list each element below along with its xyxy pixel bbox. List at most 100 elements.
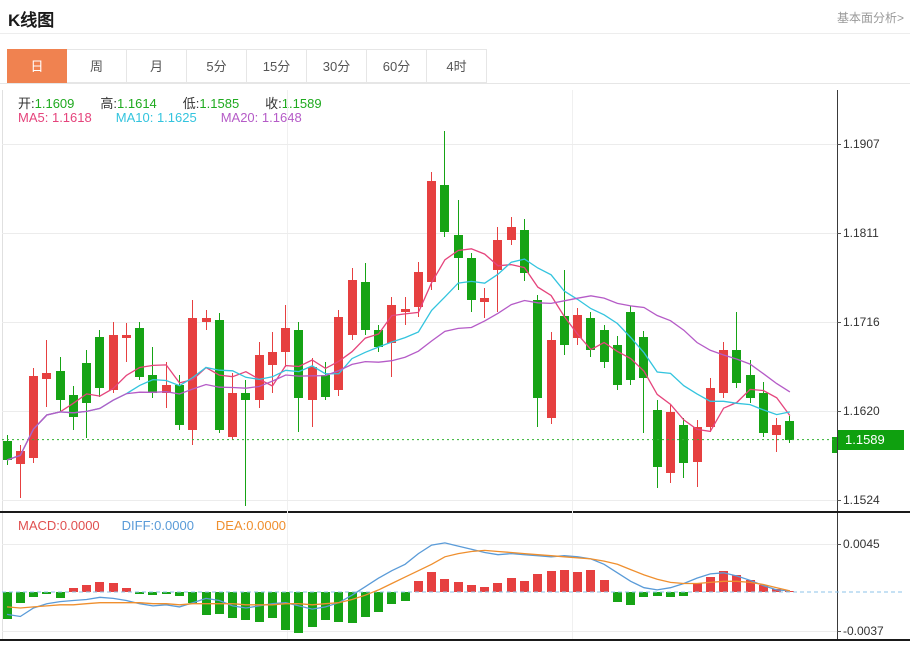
price-gridline [2, 144, 837, 145]
price-gridline [2, 322, 837, 323]
chart-left-border [2, 90, 3, 639]
macd-gridline [2, 631, 837, 632]
macd-axis-tick [837, 631, 841, 632]
tab-4时[interactable]: 4时 [427, 49, 487, 83]
macd-histogram-bar [547, 571, 556, 592]
macd-histogram-bar [268, 592, 277, 618]
candle [268, 352, 277, 365]
candle [454, 235, 463, 258]
macd-histogram-bar [493, 583, 502, 592]
candle [520, 230, 529, 274]
price-axis-tick [837, 322, 841, 323]
ma10-label: MA10: [116, 110, 154, 125]
macd-histogram-bar [148, 592, 157, 595]
macd-axis-tick [837, 544, 841, 545]
candle [639, 337, 648, 378]
price-axis-tick [837, 500, 841, 501]
candle [374, 330, 383, 347]
macd-histogram-bar [255, 592, 264, 622]
low-value: 1.1585 [199, 96, 239, 111]
candle [613, 345, 622, 385]
macd-histogram-bar [480, 587, 489, 592]
macd-histogram-bar [361, 592, 370, 617]
main-panel-bottom-border [0, 511, 910, 513]
price-axis-label: 1.1716 [843, 315, 903, 329]
macd-histogram-bar [188, 592, 197, 603]
candle [693, 427, 702, 461]
macd-histogram-bar [467, 585, 476, 592]
candle [759, 393, 768, 433]
candle [653, 410, 662, 467]
macd-histogram-bar [533, 574, 542, 592]
macd-histogram-bar [321, 592, 330, 620]
macd-histogram-bar [732, 575, 741, 592]
tab-30分[interactable]: 30分 [307, 49, 367, 83]
price-axis-label: 1.1811 [843, 226, 903, 240]
fundamental-analysis-link[interactable]: 基本面分析> [837, 9, 904, 26]
tabbar-underline [0, 83, 910, 84]
candle [148, 375, 157, 394]
macd-histogram-bar [202, 592, 211, 615]
candle [467, 258, 476, 300]
macd-histogram-bar [785, 591, 794, 593]
macd-histogram-bar [600, 580, 609, 592]
macd-histogram-bar [387, 592, 396, 604]
candle [361, 282, 370, 330]
candle [348, 280, 357, 335]
candle [16, 451, 25, 464]
candle [626, 312, 635, 380]
macd-histogram-bar [507, 578, 516, 592]
candle [706, 388, 715, 427]
price-axis-tick [837, 144, 841, 145]
candle [321, 375, 330, 397]
macd-histogram-bar [215, 592, 224, 614]
kline-widget: K线图 基本面分析> 日周月5分15分30分60分4时 开:1.1609 高:1… [0, 0, 910, 645]
macd-histogram-bar [454, 582, 463, 592]
tab-60分[interactable]: 60分 [367, 49, 427, 83]
candle [679, 425, 688, 463]
macd-histogram-bar [560, 570, 569, 592]
current-price-badge: 1.1589 [838, 430, 904, 450]
ma-readout: MA5: 1.1618 MA10: 1.1625 MA20: 1.1648 [18, 110, 302, 125]
candle [573, 315, 582, 338]
macd-histogram-bar [42, 592, 51, 594]
tab-月[interactable]: 月 [127, 49, 187, 83]
macd-histogram-bar [135, 592, 144, 594]
macd-histogram-bar [679, 592, 688, 596]
candle-wick [484, 288, 485, 318]
title-divider [0, 33, 910, 34]
candle [401, 309, 410, 313]
macd-histogram-bar [573, 572, 582, 592]
macd-histogram-bar [308, 592, 317, 627]
macd-dea-line [7, 550, 790, 608]
candle [560, 316, 569, 345]
tab-周[interactable]: 周 [67, 49, 127, 83]
macd-histogram-bar [334, 592, 343, 622]
tab-日[interactable]: 日 [7, 49, 67, 83]
candle [732, 350, 741, 383]
macd-readout: MACD:0.0000 DIFF:0.0000 DEA:0.0000 [18, 518, 286, 533]
candle [56, 371, 65, 400]
tab-15分[interactable]: 15分 [247, 49, 307, 83]
dea-value: 0.0000 [246, 518, 286, 533]
price-axis-label: 1.1524 [843, 493, 903, 507]
price-axis-label: 1.1907 [843, 137, 903, 151]
ma20-label: MA20: [221, 110, 259, 125]
macd-panel-bottom-border [0, 639, 910, 641]
macd-histogram-bar [16, 592, 25, 603]
ma10-value: 1.1625 [157, 110, 197, 125]
macd-histogram-bar [639, 592, 648, 597]
dea-label: DEA: [216, 518, 246, 533]
tab-5分[interactable]: 5分 [187, 49, 247, 83]
candle [241, 393, 250, 400]
candle [547, 340, 556, 418]
candle [719, 350, 728, 393]
macd-histogram-bar [95, 582, 104, 592]
price-gridline [2, 233, 837, 234]
candle [772, 425, 781, 435]
candle [600, 330, 609, 363]
macd-histogram-bar [69, 588, 78, 592]
macd-histogram-bar [746, 580, 755, 592]
macd-histogram-bar [109, 583, 118, 592]
vertical-gridline [572, 90, 573, 639]
